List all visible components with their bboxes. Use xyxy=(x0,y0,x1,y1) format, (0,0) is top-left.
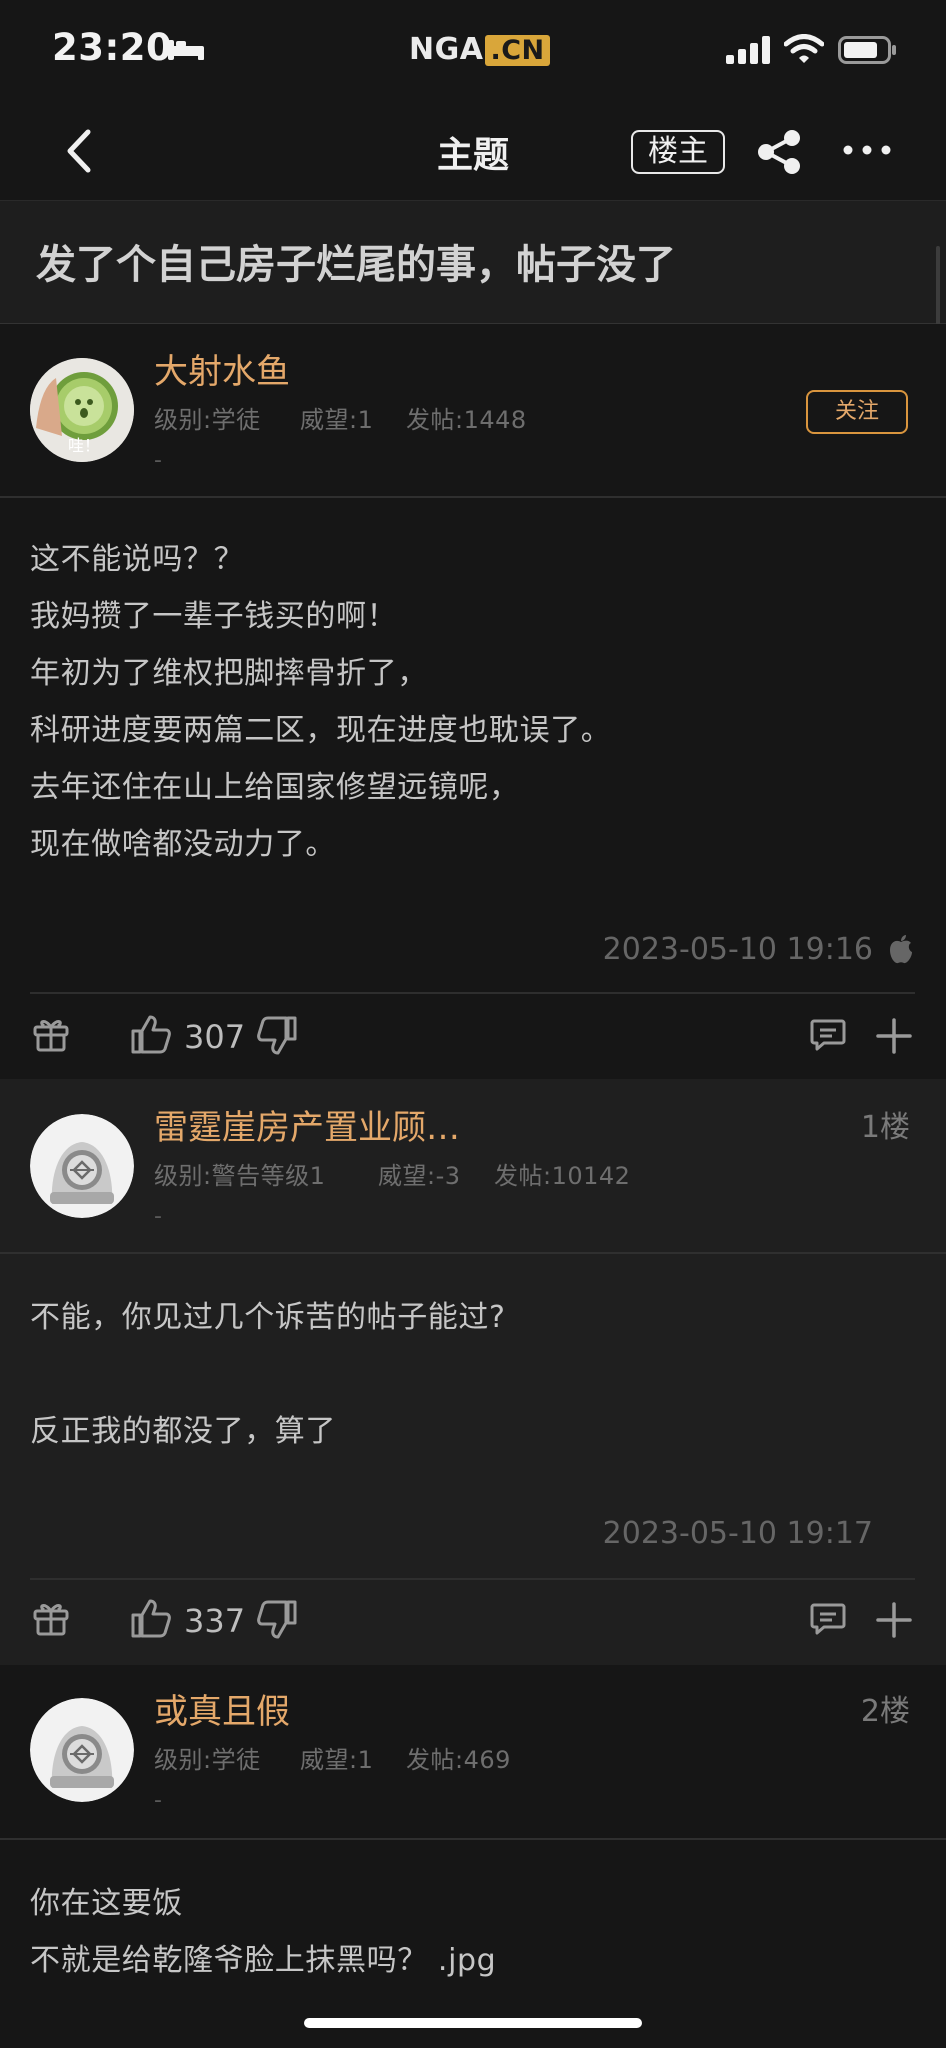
gift-icon[interactable] xyxy=(32,1016,70,1052)
username[interactable]: 或真且假 xyxy=(154,1684,290,1733)
home-indicator[interactable] xyxy=(304,2018,642,2028)
user-signature: - xyxy=(154,1788,162,1813)
status-time: 23:20 xyxy=(52,26,173,69)
gift-icon[interactable] xyxy=(32,1600,70,1636)
username[interactable]: 雷霆崖房产置业顾… xyxy=(154,1100,460,1149)
post-text-line: 年初为了维权把脚摔骨折了， xyxy=(30,656,428,691)
post-text-line: 不就是给乾隆爷脸上抹黑吗？ .jpg xyxy=(30,1943,497,1978)
diver-helmet-avatar-icon xyxy=(30,1698,134,1802)
post-timestamp: 2023-05-10 19:17 xyxy=(602,1516,873,1551)
nav-title: 主题 xyxy=(436,135,509,176)
thumbs-down-icon[interactable] xyxy=(256,1016,298,1056)
sleep-focus-icon xyxy=(168,40,204,60)
post-text-line: 我妈攒了一辈子钱买的啊！ xyxy=(30,599,398,634)
post-text-line: 科研进度要两篇二区，现在进度也耽误了。 xyxy=(30,713,612,748)
user-prestige: 威望:1 xyxy=(300,1746,374,1774)
post-content: 你在这要饭 不就是给乾隆爷脸上抹黑吗？ .jpg xyxy=(30,1878,496,1992)
user-post-count: 发帖:10142 xyxy=(494,1162,631,1190)
add-icon[interactable] xyxy=(876,1018,912,1054)
thumbs-up-icon[interactable] xyxy=(130,1598,172,1638)
like-count: 337 xyxy=(184,1602,246,1640)
post-timestamp: 2023-05-10 19:16 xyxy=(602,932,873,967)
floor-number: 2楼 xyxy=(860,1694,910,1729)
wifi-icon xyxy=(784,34,824,63)
username[interactable]: 大射水鱼 xyxy=(154,344,290,393)
divider xyxy=(0,496,946,498)
post-text-line: 不能，你见过几个诉苦的帖子能过? xyxy=(30,1300,506,1335)
post-text-line xyxy=(30,1349,506,1406)
avatar-caption: 哇！ xyxy=(68,436,101,455)
avatar[interactable] xyxy=(30,1114,134,1218)
divider xyxy=(30,992,915,994)
user-post-count: 发帖:1448 xyxy=(406,406,527,434)
topic-title: 发了个自己房子烂尾的事，帖子没了 xyxy=(36,242,676,288)
user-post-count: 发帖:469 xyxy=(406,1746,511,1774)
post-content: 这不能说吗？？ 我妈攒了一辈子钱买的啊！ 年初为了维权把脚摔骨折了， 科研进度要… xyxy=(30,534,611,876)
post-text-line: 你在这要饭 xyxy=(30,1886,183,1921)
divider xyxy=(0,1252,946,1254)
diver-helmet-avatar-icon xyxy=(30,1114,134,1218)
add-icon[interactable] xyxy=(876,1602,912,1638)
divider xyxy=(30,1578,915,1580)
post-text-line: 去年还住在山上给国家修望远镜呢， xyxy=(30,770,520,805)
divider xyxy=(0,1838,946,1840)
post-text-line: 反正我的都没了，算了 xyxy=(30,1414,336,1449)
user-level: 级别:学徒 xyxy=(154,1746,261,1774)
floor-number: 1楼 xyxy=(860,1110,910,1145)
avatar[interactable]: 哇！ xyxy=(30,358,134,462)
share-icon[interactable] xyxy=(756,130,802,174)
thumbs-down-icon[interactable] xyxy=(256,1600,298,1640)
comment-icon[interactable] xyxy=(810,1602,846,1636)
user-level: 级别:警告等级1 xyxy=(154,1162,326,1190)
user-signature: - xyxy=(154,448,162,473)
thumbs-up-icon[interactable] xyxy=(130,1014,172,1054)
battery-icon xyxy=(838,36,896,64)
post-text-line: 这不能说吗？？ xyxy=(30,542,245,577)
post-text-line: 现在做啥都没动力了。 xyxy=(30,827,336,862)
nga-logo: NGA .CN xyxy=(409,32,550,68)
user-prestige: 威望:-3 xyxy=(378,1162,461,1190)
nga-logo-text: NGA xyxy=(409,32,484,67)
cellular-signal-icon xyxy=(726,36,770,64)
user-signature: - xyxy=(154,1204,162,1229)
follow-button[interactable]: 关注 xyxy=(806,390,908,434)
like-count: 307 xyxy=(184,1018,246,1056)
avatar[interactable] xyxy=(30,1698,134,1802)
more-options-icon[interactable] xyxy=(842,140,892,160)
post-content: 不能，你见过几个诉苦的帖子能过? 反正我的都没了，算了 xyxy=(30,1292,506,1463)
user-level: 级别:学徒 xyxy=(154,406,261,434)
apple-device-icon xyxy=(890,935,912,964)
comment-icon[interactable] xyxy=(810,1018,846,1052)
user-prestige: 威望:1 xyxy=(300,406,374,434)
nga-logo-suffix: .CN xyxy=(485,35,550,66)
original-poster-only-button[interactable]: 楼主 xyxy=(631,130,725,174)
